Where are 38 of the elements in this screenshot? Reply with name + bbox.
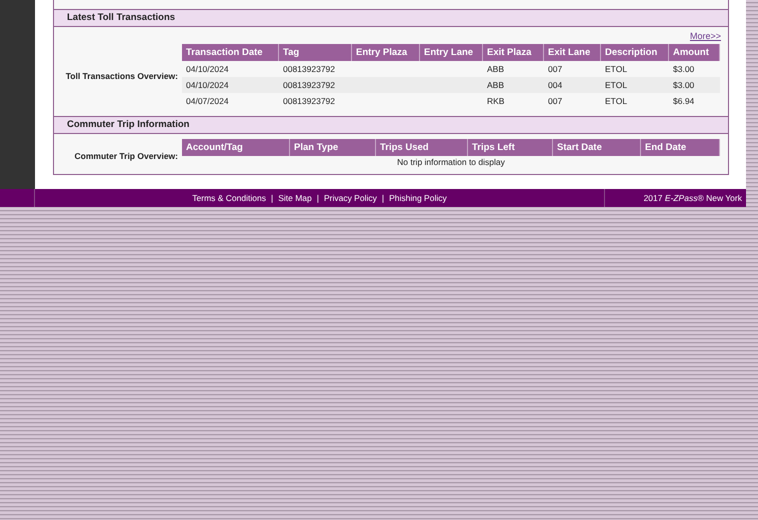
empty-message: No trip information to display xyxy=(397,156,505,169)
column-header: Plan Type xyxy=(290,139,376,156)
table-cell: ETOL xyxy=(605,80,628,90)
section-header: Latest Toll Transactions xyxy=(54,9,728,27)
table-cell: ABB xyxy=(487,80,504,90)
separator: | xyxy=(316,192,319,205)
column-header: Trips Used xyxy=(376,139,468,156)
table-cell: RKB xyxy=(487,96,504,106)
table-cell: ABB xyxy=(487,64,504,74)
table-cell: ETOL xyxy=(605,64,628,74)
table-cell: 004 xyxy=(548,80,562,90)
table-cell: 00813923792 xyxy=(283,96,336,106)
table-cell: $6.94 xyxy=(673,96,694,106)
column-header: Account/Tag xyxy=(182,139,290,156)
table-cell: 00813923792 xyxy=(283,80,336,90)
section-header: Commuter Trip Information xyxy=(54,116,728,134)
table-cell: 007 xyxy=(548,64,562,74)
table-cell: $3.00 xyxy=(673,64,694,74)
table-cell: 04/10/2024 xyxy=(186,64,229,74)
footer-link[interactable]: Phishing Policy xyxy=(389,189,447,207)
table-cell: 00813923792 xyxy=(283,64,336,74)
footer-link[interactable]: Site Map xyxy=(278,189,312,207)
column-header: Start Date xyxy=(553,139,641,156)
footer-link[interactable]: Privacy Policy xyxy=(324,189,377,207)
table-cell: 04/07/2024 xyxy=(186,96,229,106)
table-cell: $3.00 xyxy=(673,80,694,90)
table-cell: 007 xyxy=(548,96,562,106)
column-header: End Date xyxy=(641,139,720,156)
separator: | xyxy=(382,192,384,205)
copyright-text: 2017 E-ZPass® New York xyxy=(644,192,742,205)
footer-link[interactable]: Terms & Conditions xyxy=(192,189,266,207)
table-cell: ETOL xyxy=(605,96,628,106)
column-header: Trips Left xyxy=(468,139,553,156)
table-cell: 04/10/2024 xyxy=(186,80,229,90)
separator: | xyxy=(270,192,274,205)
overview-label: Toll Transactions Overview: xyxy=(66,70,178,83)
overview-label: Commuter Trip Overview: xyxy=(74,150,178,163)
more-link[interactable]: More>> xyxy=(690,30,721,44)
